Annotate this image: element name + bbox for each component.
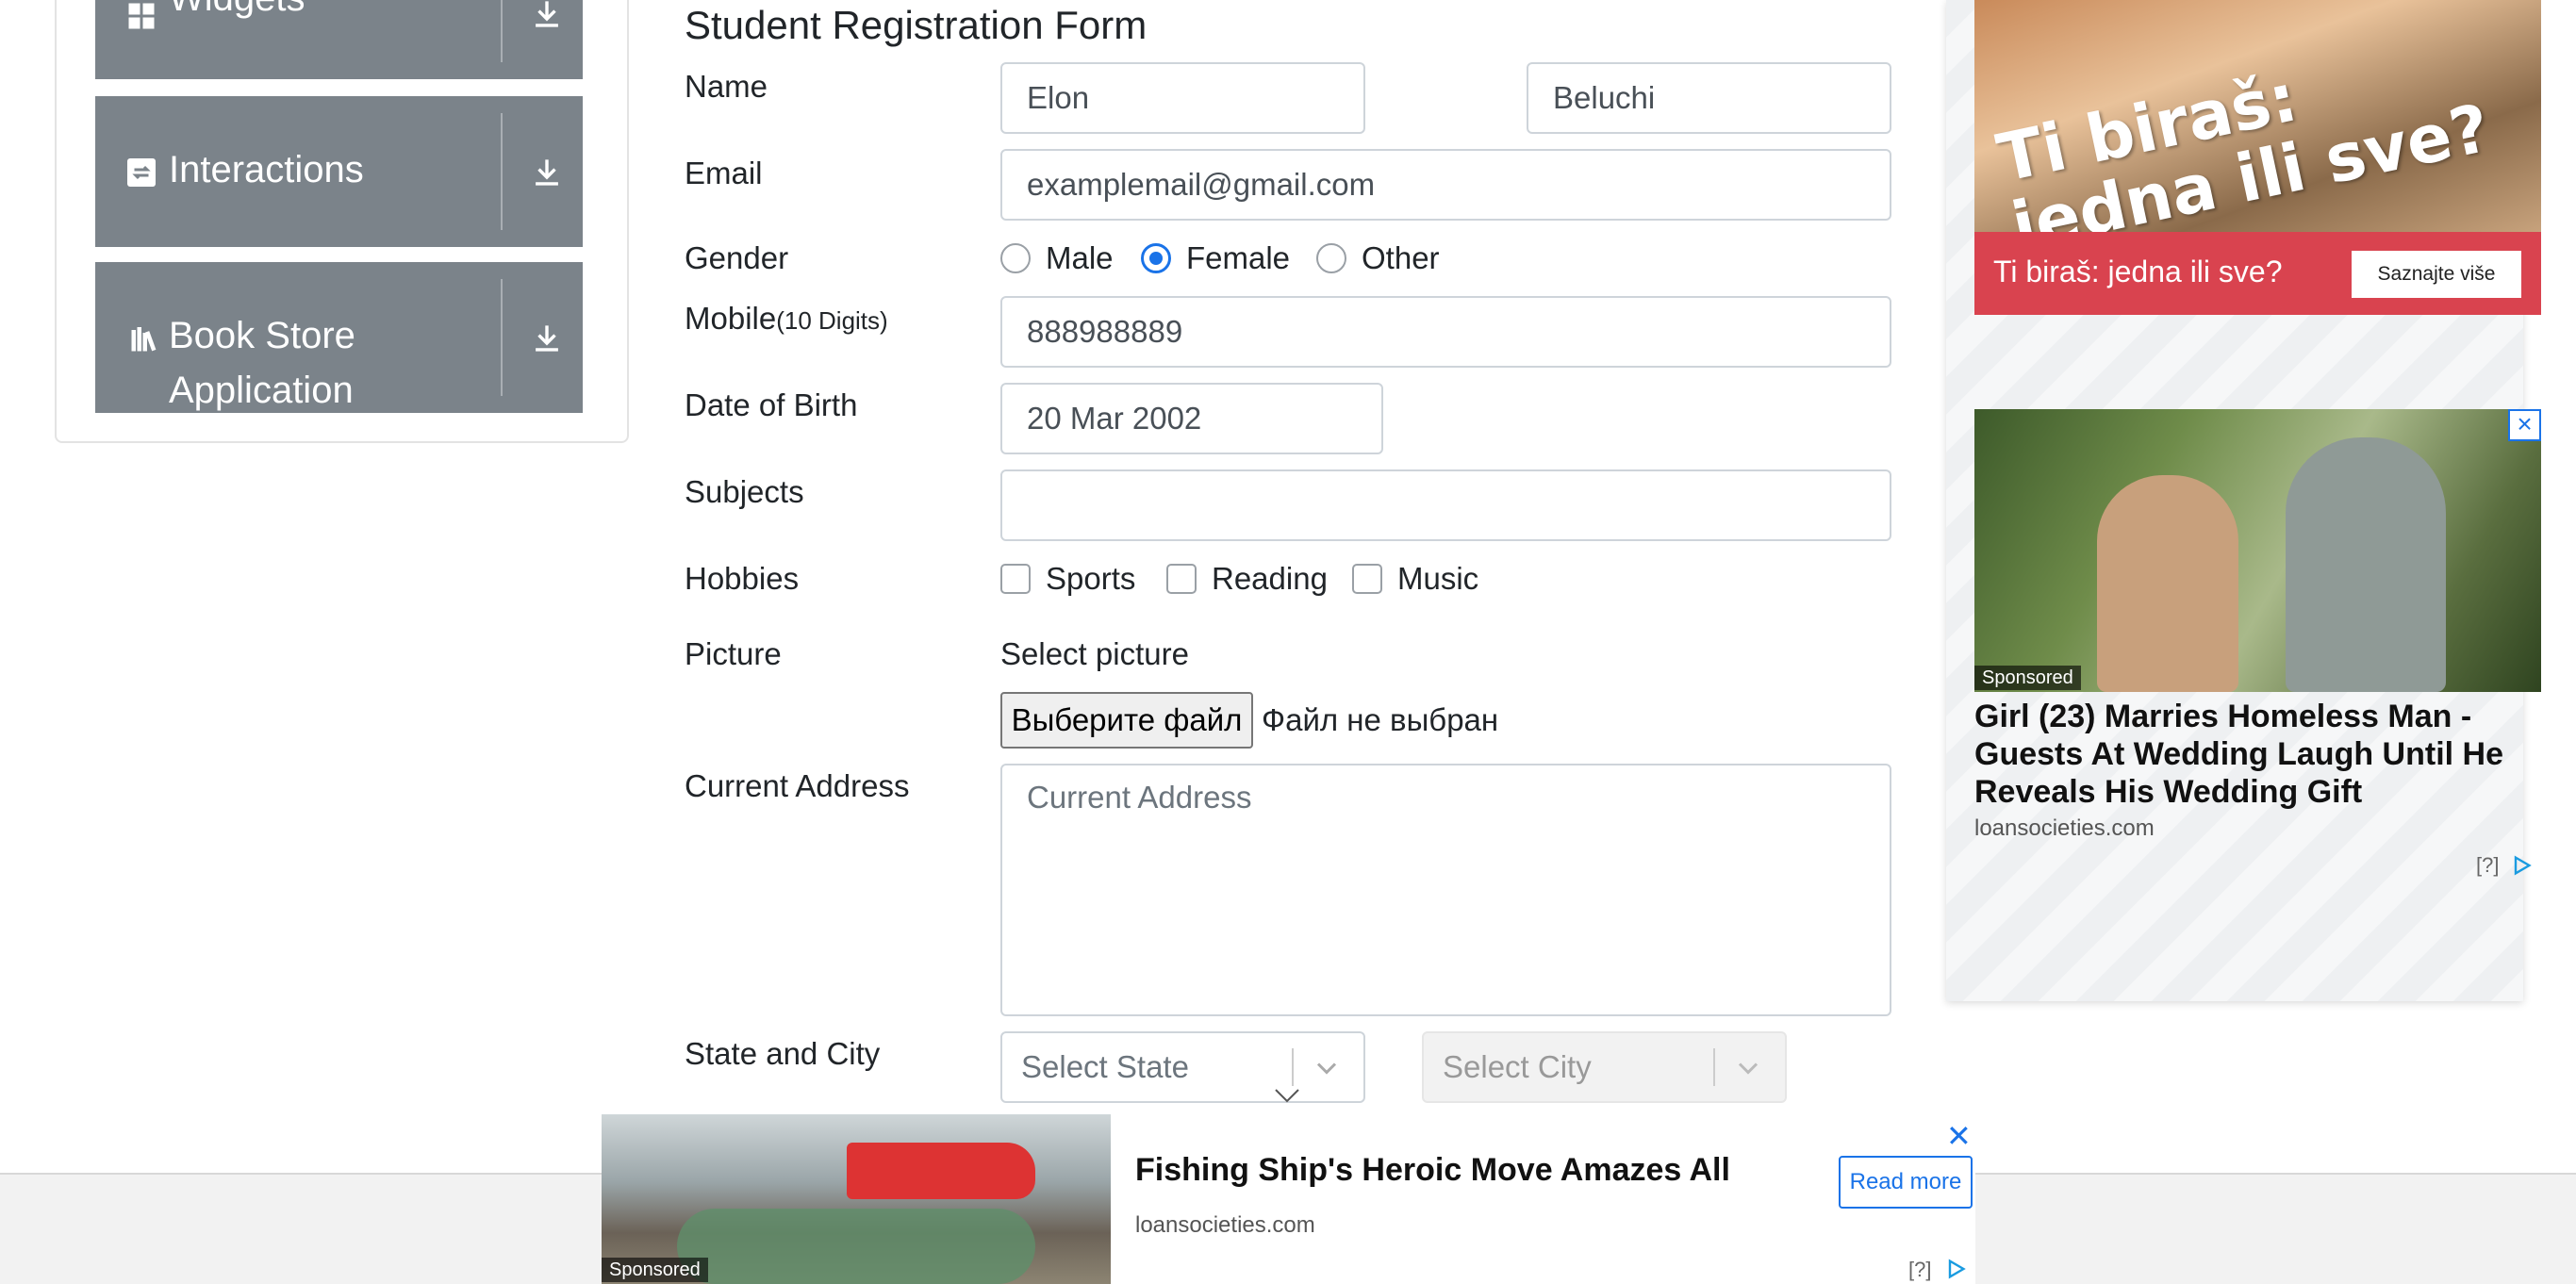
sidebar-item-widgets[interactable]: Widgets [95, 0, 583, 79]
sidebar-item-label: Widgets [169, 0, 305, 26]
email-label: Email [685, 156, 763, 190]
chevron-down-icon[interactable] [1273, 1086, 1301, 1105]
sidebar-item-interactions[interactable]: Interactions [95, 96, 583, 247]
hobby-reading-label[interactable]: Reading [1212, 558, 1328, 600]
divider [501, 0, 503, 62]
sponsored-badge: Sponsored [1974, 666, 2081, 690]
gender-male-radio[interactable] [1000, 243, 1031, 273]
hobby-sports-checkbox[interactable] [1000, 564, 1031, 594]
ad-domain[interactable]: loansocieties.com [1974, 815, 2155, 842]
dob-label: Date of Birth [685, 387, 858, 422]
sidebar-item-label: Book Store [169, 315, 355, 356]
chevron-down-icon [1738, 1062, 1759, 1075]
download-icon[interactable] [531, 0, 563, 30]
ad-photo-net [677, 1209, 1035, 1284]
chevron-down-icon [1316, 1062, 1337, 1075]
ad-image[interactable] [1974, 409, 2541, 692]
ad-help-link[interactable]: [?] [2476, 853, 2499, 878]
divider [1713, 1048, 1715, 1086]
ad-headline[interactable]: Fishing Ship's Heroic Move Amazes All [1135, 1152, 1730, 1189]
download-icon[interactable] [531, 322, 563, 354]
state-select[interactable]: Select State [1000, 1031, 1365, 1103]
city-select[interactable]: Select City [1422, 1031, 1787, 1103]
read-more-button[interactable]: Read more [1839, 1156, 1973, 1209]
divider [1292, 1048, 1294, 1086]
gender-other-radio[interactable] [1316, 243, 1346, 273]
hobby-sports-label[interactable]: Sports [1046, 558, 1135, 600]
subjects-field[interactable] [1000, 469, 1891, 541]
gender-other-label[interactable]: Other [1362, 238, 1440, 279]
download-icon[interactable] [531, 156, 563, 189]
ad-image[interactable]: Ti biraš: jedna ili sve? [1974, 0, 2541, 232]
widgets-icon [128, 3, 155, 29]
subjects-label: Subjects [685, 474, 804, 509]
ad-slogan: Ti biraš: jedna ili sve? [1990, 25, 2496, 232]
ad-help-link[interactable]: [?] [1908, 1258, 1931, 1282]
email-field[interactable] [1000, 149, 1891, 221]
divider [501, 113, 503, 230]
gender-label: Gender [685, 240, 789, 275]
state-select-value: Select State [1021, 1049, 1189, 1084]
ad-photo-person [2286, 437, 2446, 692]
mobile-label: Mobile(10 Digits) [685, 298, 888, 341]
sidebar-item-book-store[interactable]: Book Store Application [95, 262, 583, 413]
close-icon[interactable]: ✕ [1946, 1118, 1972, 1154]
gender-female-label[interactable]: Female [1186, 238, 1290, 279]
close-icon[interactable]: × [2508, 409, 2541, 441]
hobby-reading-checkbox[interactable] [1166, 564, 1197, 594]
mobile-field[interactable] [1000, 296, 1891, 368]
address-label: Current Address [685, 768, 910, 803]
ad-domain[interactable]: loansocieties.com [1135, 1212, 1315, 1239]
ad-headline[interactable]: Girl (23) Marries Homeless Man - Guests … [1974, 698, 2531, 811]
ad-banner-text: Ti biraš: jedna ili sve? [1993, 255, 2283, 288]
choose-file-button[interactable]: Выберите файл [1000, 692, 1253, 749]
divider [501, 279, 503, 396]
name-label: Name [685, 69, 768, 104]
first-name-field[interactable] [1000, 62, 1365, 134]
ad-banner-bar[interactable]: Ti biraš: jedna ili sve? Saznajte više [1974, 232, 2541, 315]
page-title: Student Registration Form [685, 3, 1148, 47]
sidebar-item-label: Interactions [169, 149, 364, 190]
hobbies-label: Hobbies [685, 561, 800, 596]
last-name-field[interactable] [1527, 62, 1891, 134]
adchoices-icon[interactable] [2510, 854, 2533, 877]
file-status: Файл не выбран [1262, 702, 1499, 737]
interactions-icon [127, 158, 156, 187]
bottom-ad[interactable]: Sponsored Fishing Ship's Heroic Move Ama… [602, 1114, 1975, 1284]
dob-field[interactable] [1000, 383, 1383, 454]
mobile-label-text: Mobile [685, 301, 777, 336]
ad-photo-boat [847, 1143, 1035, 1199]
hobby-music-checkbox[interactable] [1352, 564, 1382, 594]
book-store-icon [131, 327, 157, 352]
learn-more-button[interactable]: Saznajte više [2352, 251, 2521, 298]
mobile-hint: (10 Digits) [776, 306, 888, 335]
gender-male-label[interactable]: Male [1046, 238, 1114, 279]
hobby-music-label[interactable]: Music [1397, 558, 1478, 600]
sponsored-badge: Sponsored [602, 1258, 708, 1282]
city-select-value: Select City [1443, 1049, 1592, 1084]
select-picture-label: Select picture [1000, 636, 1189, 671]
gender-female-radio[interactable] [1141, 243, 1171, 273]
picture-label: Picture [685, 636, 782, 671]
state-city-label: State and City [685, 1036, 881, 1071]
current-address-field[interactable] [1000, 764, 1891, 1016]
ad-photo-person [2097, 475, 2238, 692]
adchoices-icon[interactable] [1944, 1258, 1967, 1280]
sidebar-item-label-line2: Application [169, 370, 354, 411]
